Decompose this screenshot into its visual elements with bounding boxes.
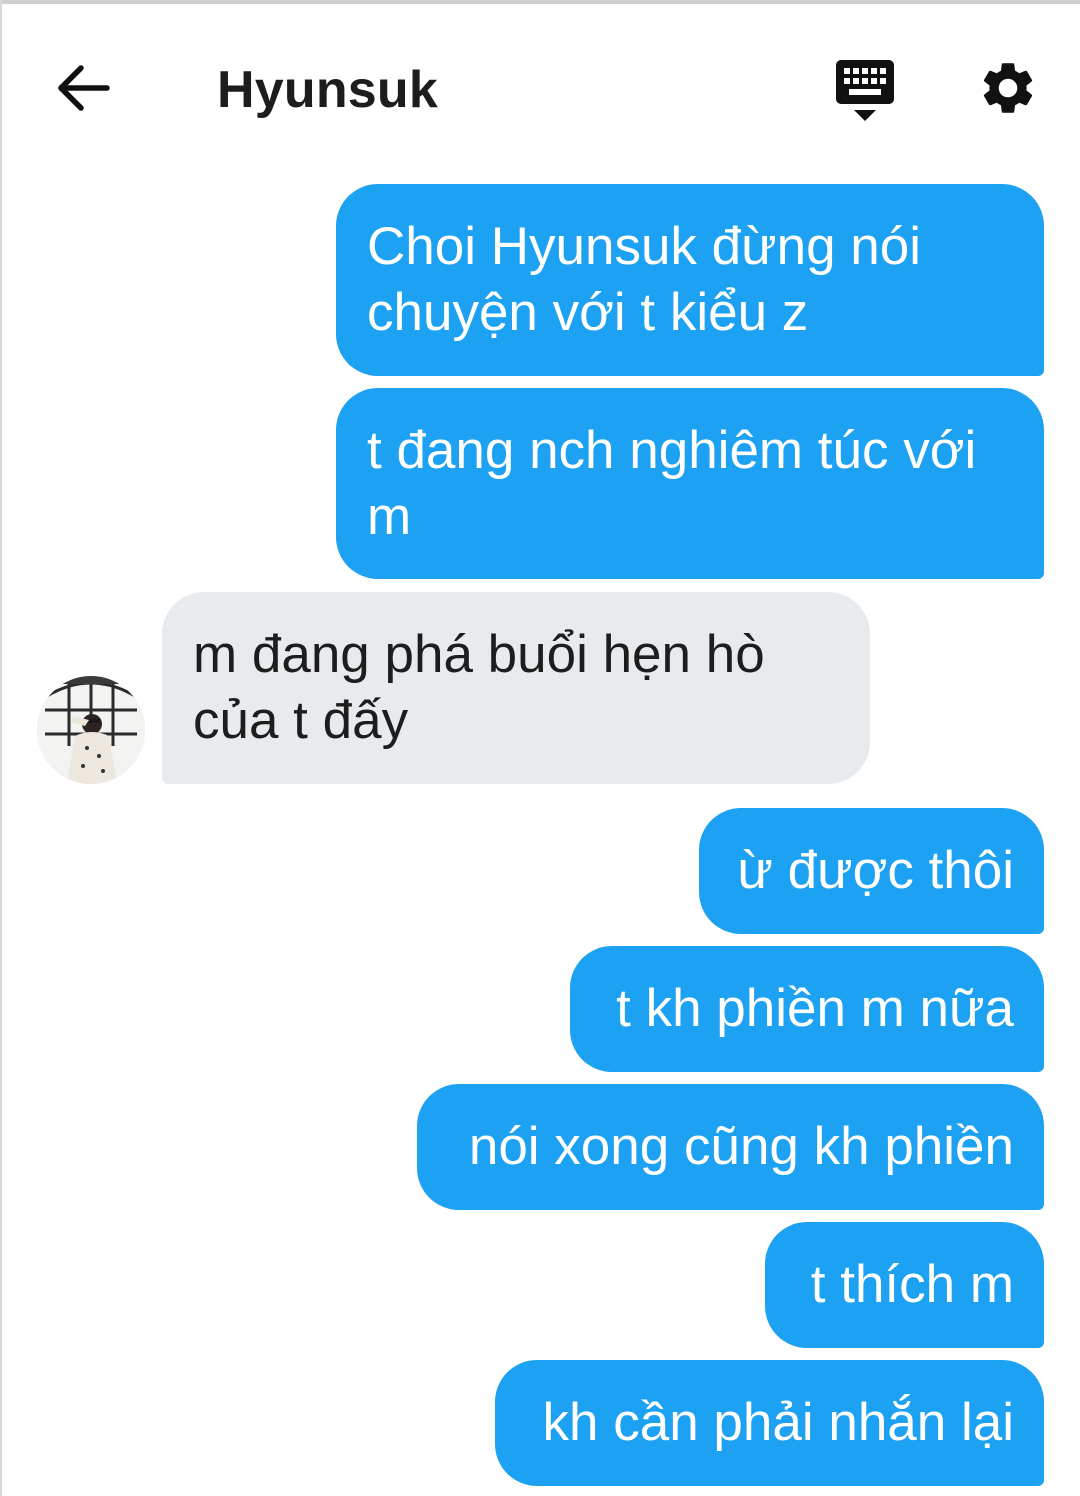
message-bubble-outgoing[interactable]: t kh phiền m nữa (570, 946, 1044, 1072)
message-text: ừ được thôi (737, 841, 1014, 900)
message-bubble-incoming[interactable]: m đang phá buổi hẹn hò của t đấy (162, 592, 870, 784)
message-bubble-outgoing[interactable]: Choi Hyunsuk đừng nói chuyện với t kiểu … (336, 184, 1044, 376)
message-bubble-outgoing[interactable]: t đang nch nghiêm túc với m (336, 388, 1044, 579)
message-text: kh cần phải nhắn lại (542, 1393, 1014, 1452)
message-bubble-outgoing[interactable]: ừ được thôi (699, 808, 1044, 934)
avatar[interactable] (37, 676, 145, 784)
message-text: t thích m (810, 1255, 1014, 1314)
profile-photo-icon (37, 676, 145, 784)
message-list: Choi Hyunsuk đừng nói chuyện với t kiểu … (0, 0, 1080, 1496)
message-text: t kh phiền m nữa (616, 979, 1014, 1038)
message-text: nói xong cũng kh phiền (468, 1117, 1014, 1176)
message-text: m đang phá buổi hẹn hò của t đấy (193, 625, 765, 750)
message-bubble-outgoing[interactable]: t thích m (765, 1222, 1044, 1348)
message-bubble-outgoing[interactable]: kh cần phải nhắn lại (495, 1360, 1044, 1486)
message-bubble-outgoing[interactable]: nói xong cũng kh phiền (417, 1084, 1044, 1210)
message-text: Choi Hyunsuk đừng nói chuyện với t kiểu … (367, 217, 922, 342)
message-text: t đang nch nghiêm túc với m (367, 421, 977, 546)
